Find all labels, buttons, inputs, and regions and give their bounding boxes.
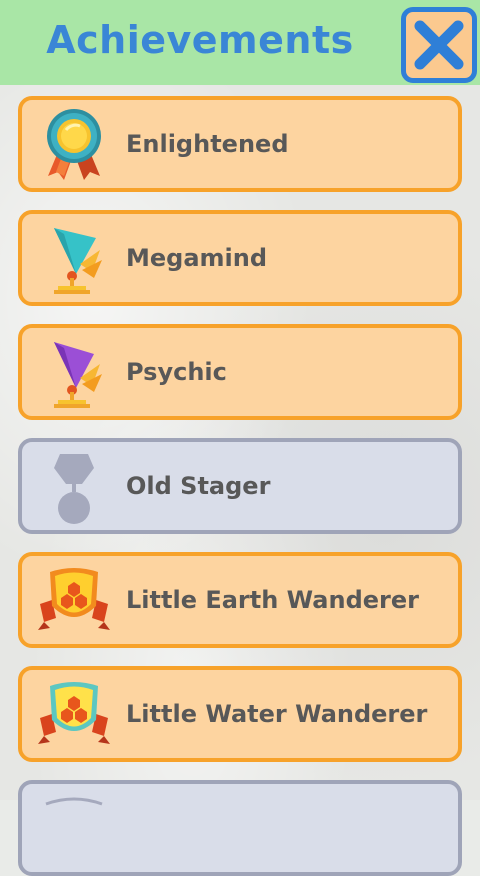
earth-shield-icon	[38, 568, 110, 630]
achievement-card-little-water-wanderer[interactable]: Little Water Wanderer	[18, 666, 462, 762]
close-button[interactable]	[401, 7, 477, 83]
purple-trophy-icon	[54, 342, 102, 408]
achievement-card-partial[interactable]	[18, 780, 462, 876]
water-shield-icon	[38, 682, 110, 744]
teal-trophy-icon	[54, 228, 102, 294]
medal-ribbon-icon	[47, 109, 101, 180]
locked-medal-icon	[54, 454, 94, 524]
close-icon	[414, 20, 464, 70]
locked-badge-icon	[45, 797, 103, 806]
achievement-label: Enlightened	[126, 130, 289, 158]
achievement-card-enlightened[interactable]: Enlightened	[18, 96, 462, 192]
header-bar: Achievements	[0, 0, 480, 85]
achievement-label: Little Earth Wanderer	[126, 586, 419, 614]
achievement-label: Megamind	[126, 244, 268, 272]
achievement-card-psychic[interactable]: Psychic	[18, 324, 462, 420]
achievement-card-old-stager[interactable]: Old Stager	[18, 438, 462, 534]
achievement-card-megamind[interactable]: Megamind	[18, 210, 462, 306]
page-title: Achievements	[46, 18, 354, 62]
achievement-label: Little Water Wanderer	[126, 700, 428, 728]
achievement-label: Old Stager	[126, 472, 271, 500]
achievement-card-little-earth-wanderer[interactable]: Little Earth Wanderer	[18, 552, 462, 648]
achievement-label: Psychic	[126, 358, 227, 386]
